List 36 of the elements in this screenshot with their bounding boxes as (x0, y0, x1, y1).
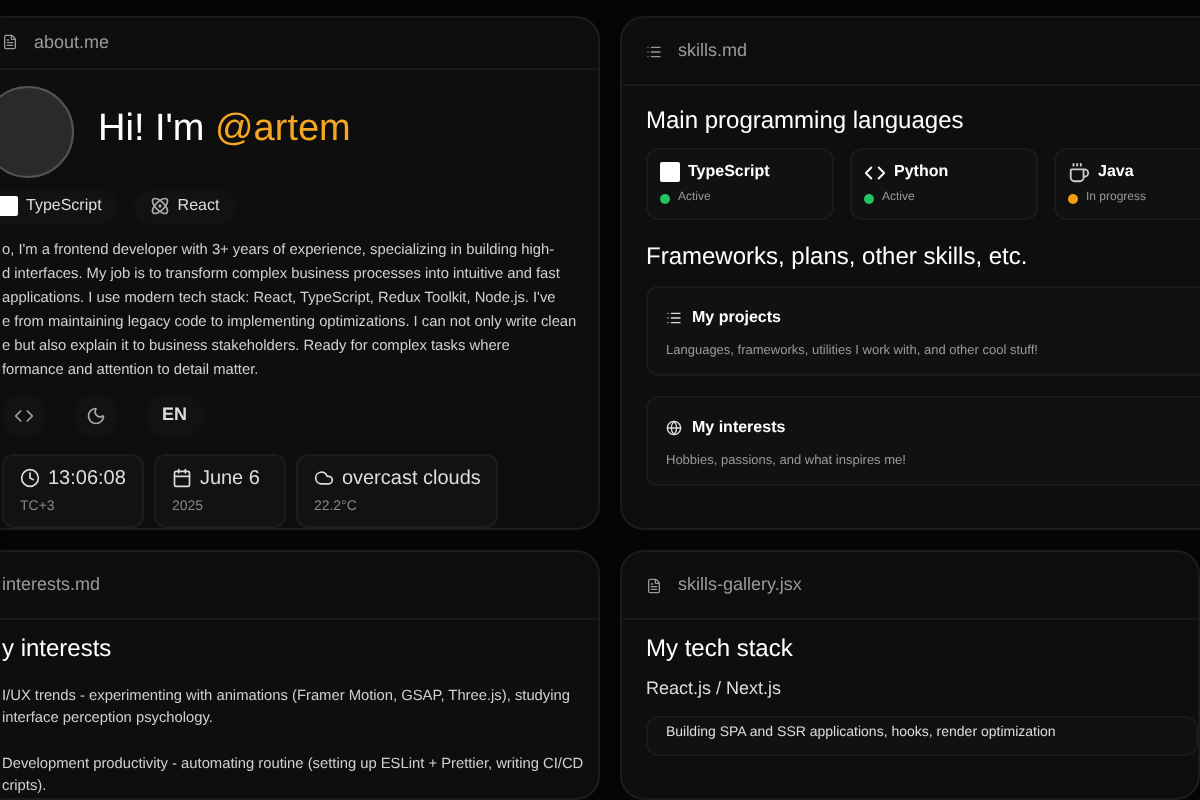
file-name: about.me (34, 29, 110, 55)
cloud-icon (313, 468, 334, 488)
tech-tag: React (133, 189, 236, 223)
tech-tag: TypeScript (0, 189, 118, 223)
language-name: Python (894, 160, 949, 184)
info-value: overcast clouds (341, 465, 481, 493)
info-value: June 6 (199, 465, 260, 493)
language-name: TypeScript (688, 160, 770, 184)
section-heading: y interests (2, 632, 114, 666)
section-heading: Main programming languages (646, 104, 966, 138)
share-button[interactable] (2, 393, 46, 437)
clock-icon (20, 468, 40, 488)
card-title: My interests (692, 416, 786, 440)
atom-icon (149, 196, 170, 216)
card-title: My projects (692, 306, 781, 330)
list-icon (666, 310, 682, 326)
section-heading: My tech stack (646, 632, 795, 666)
file-name: skills-gallery.jsx (678, 571, 802, 598)
globe-icon (666, 420, 682, 436)
code-icon (14, 405, 34, 425)
file-name: interests.md (2, 571, 101, 598)
language-name: Java (1098, 160, 1134, 184)
greeting-title: Hi! I'm @artem (98, 106, 351, 155)
subheading: React.js / Next.js (646, 676, 784, 702)
cup-icon (1068, 161, 1090, 183)
list-icon (646, 43, 662, 59)
file-icon (2, 34, 18, 51)
file-name: skills.md (678, 37, 748, 64)
file-icon (646, 577, 662, 593)
section-heading: Frameworks, plans, other skills, etc. (646, 240, 1030, 274)
moon-icon (86, 405, 106, 425)
calendar-icon (171, 468, 192, 488)
avatar (0, 85, 74, 177)
theme-button[interactable] (74, 393, 118, 437)
language-button[interactable]: EN (146, 393, 204, 437)
info-value: 13:06:08 (48, 465, 126, 493)
